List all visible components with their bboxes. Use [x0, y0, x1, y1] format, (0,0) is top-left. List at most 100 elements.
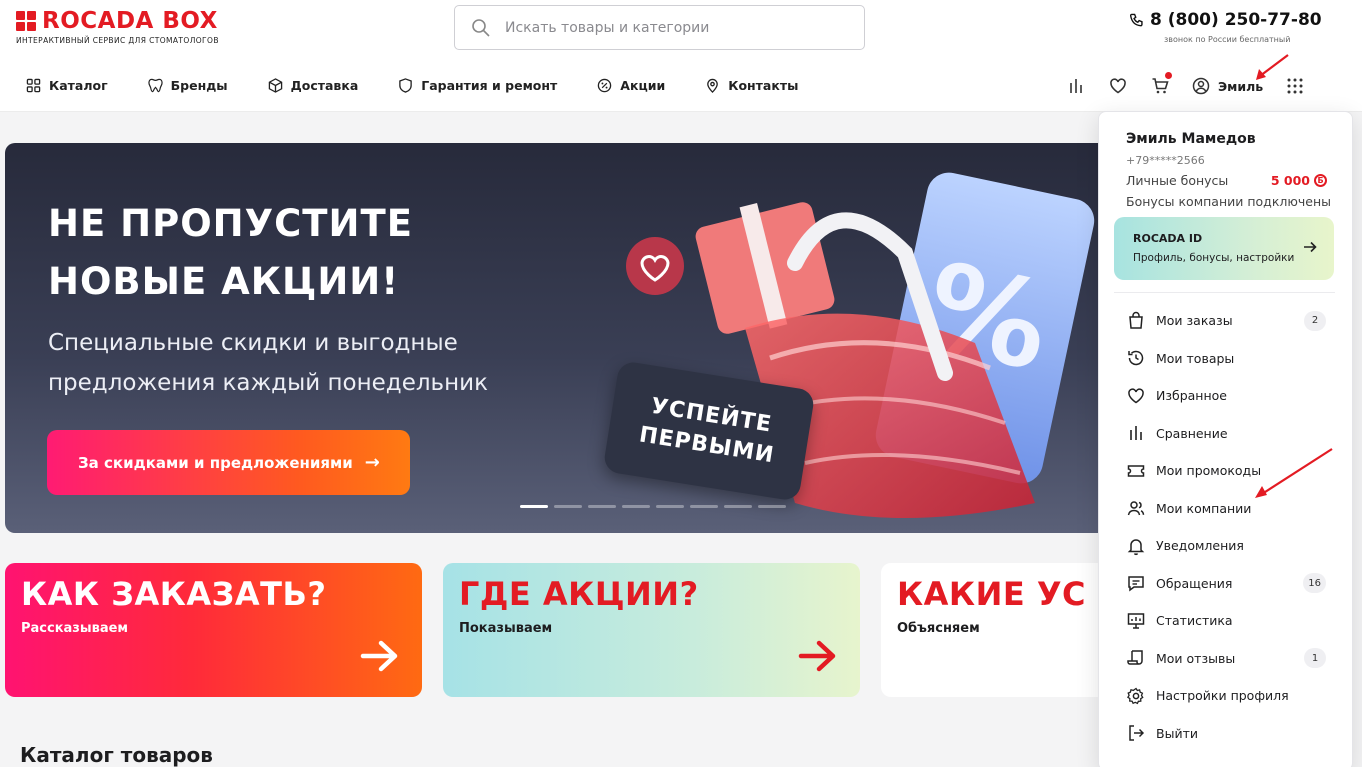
carousel-dot[interactable]	[758, 505, 786, 508]
history-icon	[1126, 348, 1146, 368]
menu-item-6[interactable]: Мои компании	[1126, 490, 1326, 528]
menu-item-11[interactable]: Настройки профиля	[1126, 677, 1326, 715]
phone-icon	[1129, 13, 1143, 26]
gear-icon	[1126, 686, 1146, 706]
menu-item-label: Мои заказы	[1156, 313, 1233, 329]
user-circle-icon	[1192, 77, 1210, 95]
search-input[interactable]	[505, 19, 825, 36]
card-title: КАКИЕ УС	[897, 575, 1087, 613]
header-tools: Эмиль	[1066, 72, 1327, 96]
cart-button[interactable]	[1150, 72, 1172, 96]
bonus-label: Личные бонусы	[1126, 173, 1229, 188]
menu-item-4[interactable]: Сравнение	[1126, 415, 1326, 453]
user-name: Эмиль	[1218, 78, 1264, 94]
arrow-right-icon: →	[364, 452, 380, 473]
carousel-dots	[520, 505, 792, 508]
carousel-dot[interactable]	[690, 505, 718, 508]
card-subtitle: Показываем	[459, 621, 553, 636]
search-icon	[472, 18, 490, 37]
logo[interactable]: ROCADA BOX ИНТЕРАКТИВНЫЙ СЕРВИС ДЛЯ СТОМ…	[16, 8, 218, 45]
bonus-value: 5 000 Б	[1271, 173, 1327, 188]
logo-mark-icon	[16, 11, 36, 31]
logout-icon	[1126, 723, 1146, 743]
cart-notification-dot	[1165, 72, 1172, 79]
banner-cta-button[interactable]: За скидками и предложениями →	[47, 430, 410, 495]
nav-warranty[interactable]: Гарантия и ремонт	[398, 78, 557, 93]
user-phone: +79*****2566	[1126, 154, 1205, 167]
arrow-right-icon	[360, 640, 398, 672]
nav-catalog-label: Каталог	[49, 78, 108, 93]
menu-item-label: Выйти	[1156, 725, 1198, 741]
carousel-dot[interactable]	[554, 505, 582, 508]
menu-item-5[interactable]: Мои промокоды	[1126, 452, 1326, 490]
count-badge: 16	[1303, 573, 1326, 594]
card-how-to-order[interactable]: КАК ЗАКАЗАТЬ? Рассказываем	[5, 563, 422, 697]
card-title: КАК ЗАКАЗАТЬ?	[21, 575, 327, 613]
heart-icon	[1126, 386, 1146, 406]
compare-button[interactable]	[1066, 76, 1086, 96]
banner-title-line1: НЕ ПРОПУСТИТЕ	[48, 202, 414, 245]
nav-delivery-label: Доставка	[290, 78, 359, 93]
top-header: ROCADA BOX ИНТЕРАКТИВНЫЙ СЕРВИС ДЛЯ СТОМ…	[0, 0, 1362, 112]
menu-item-label: Мои товары	[1156, 350, 1235, 366]
nav-delivery[interactable]: Доставка	[268, 78, 359, 93]
menu-item-1[interactable]: Мои заказы 2	[1126, 302, 1326, 340]
menu-item-label: Настройки профиля	[1156, 688, 1289, 704]
menu-item-label: Мои промокоды	[1156, 463, 1262, 479]
user-menu-list: Мои заказы 2 Мои товары Избранное Сравнение М…	[1126, 302, 1326, 752]
logo-name: ROCADA BOX	[42, 8, 218, 34]
company-bonus-status: Бонусы компании подключены	[1126, 194, 1332, 209]
menu-item-2[interactable]: Мои товары	[1126, 340, 1326, 378]
menu-item-3[interactable]: Избранное	[1126, 377, 1326, 415]
logo-tagline: ИНТЕРАКТИВНЫЙ СЕРВИС ДЛЯ СТОМАТОЛОГОВ	[16, 36, 219, 45]
favorites-button[interactable]	[1108, 76, 1128, 96]
count-badge: 2	[1304, 310, 1326, 331]
phone-number[interactable]: 8 (800) 250-77-80	[1129, 10, 1322, 30]
compare-bars-icon	[1126, 423, 1146, 443]
carousel-dot[interactable]	[622, 505, 650, 508]
nav-contacts-label: Контакты	[728, 78, 799, 93]
menu-item-label: Обращения	[1156, 575, 1233, 591]
carousel-dot[interactable]	[520, 505, 548, 508]
nav-brands-label: Бренды	[170, 78, 228, 93]
carousel-dot[interactable]	[724, 505, 752, 508]
nav-catalog[interactable]: Каталог	[26, 78, 108, 93]
rocada-id-card[interactable]: ROCADA ID Профиль, бонусы, настройки	[1114, 217, 1334, 280]
banner-subtitle-line1: Специальные скидки и выгодные	[48, 330, 458, 356]
review-icon	[1126, 648, 1146, 668]
menu-item-10[interactable]: Мои отзывы 1	[1126, 640, 1326, 678]
nav-warranty-label: Гарантия и ремонт	[421, 78, 558, 93]
arrow-right-icon	[798, 640, 836, 672]
box-icon	[268, 78, 282, 93]
card-title: ГДЕ АКЦИИ?	[459, 575, 699, 613]
card-which-conditions[interactable]: КАКИЕ УС Объясняем	[881, 563, 1111, 697]
phone-text: 8 (800) 250-77-80	[1150, 10, 1322, 30]
grid-icon	[26, 78, 41, 93]
heart-badge-icon	[626, 237, 684, 295]
menu-item-label: Сравнение	[1156, 425, 1228, 441]
promo-banner[interactable]: % НЕ ПРОПУСТИТЕ НОВЫЕ АКЦИИ! Специальные…	[5, 143, 1130, 533]
apps-button[interactable]	[1285, 76, 1305, 96]
banner-cta-label: За скидками и предложениями	[78, 453, 353, 472]
user-menu-toggle[interactable]: Эмиль	[1192, 77, 1263, 95]
menu-item-label: Уведомления	[1156, 538, 1244, 554]
carousel-dot[interactable]	[656, 505, 684, 508]
shopping-bag-icon	[1126, 311, 1146, 331]
menu-item-8[interactable]: Обращения 16	[1126, 565, 1326, 603]
menu-item-12[interactable]: Выйти	[1126, 715, 1326, 753]
card-where-promotions[interactable]: ГДЕ АКЦИИ? Показываем	[443, 563, 860, 697]
search-box[interactable]	[454, 5, 865, 50]
card-subtitle: Объясняем	[897, 621, 980, 636]
nav-promotions[interactable]: Акции	[597, 78, 665, 93]
cart-icon	[1152, 78, 1169, 94]
phone-note: звонок по России бесплатный	[1164, 35, 1291, 44]
menu-item-9[interactable]: Статистика	[1126, 602, 1326, 640]
nav-contacts[interactable]: Контакты	[705, 78, 798, 93]
chart-board-icon	[1126, 611, 1146, 631]
menu-item-label: Мои отзывы	[1156, 650, 1236, 666]
percent-badge-icon	[598, 78, 612, 93]
menu-item-7[interactable]: Уведомления	[1126, 527, 1326, 565]
carousel-dot[interactable]	[588, 505, 616, 508]
nav-brands[interactable]: Бренды	[147, 78, 228, 93]
personal-bonus-row: Личные бонусы 5 000 Б	[1126, 173, 1327, 188]
